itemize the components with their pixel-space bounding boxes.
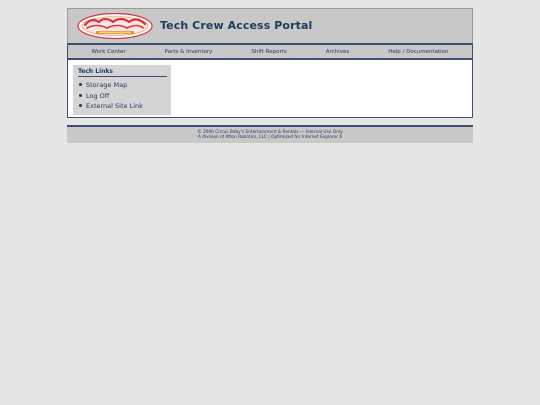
- main-content: Tech Links Storage Map Log Off External …: [67, 60, 473, 118]
- bullet-icon: [79, 93, 82, 97]
- portal-title: Tech Crew Access Portal: [160, 19, 313, 32]
- sidebar: Tech Links Storage Map Log Off External …: [73, 65, 171, 115]
- nav-parts-inventory[interactable]: Parts & Inventory: [165, 49, 213, 55]
- nav-help-documentation[interactable]: Help / Documentation: [388, 49, 448, 55]
- sidebar-links: Storage Map Log Off External Site Link: [78, 80, 143, 112]
- circus-baby-logo[interactable]: [77, 13, 153, 40]
- sidebar-item-label[interactable]: Log Off: [86, 92, 109, 100]
- bullet-icon: [79, 104, 82, 107]
- sidebar-item-log-off[interactable]: Log Off: [78, 91, 143, 102]
- portal-page: Tech Crew Access Portal Work Center Part…: [67, 8, 473, 143]
- nav-shift-reports[interactable]: Shift Reports: [251, 49, 286, 55]
- header: Tech Crew Access Portal: [67, 8, 473, 43]
- nav-bar: Work Center Parts & Inventory Shift Repo…: [67, 43, 473, 60]
- nav-archives[interactable]: Archives: [326, 49, 349, 55]
- sidebar-item-label[interactable]: Storage Map: [86, 81, 127, 89]
- bullet-icon: [79, 83, 82, 86]
- sidebar-item-external-site-link[interactable]: External Site Link: [78, 101, 143, 112]
- sidebar-item-label[interactable]: External Site Link: [86, 102, 143, 110]
- footer: © 2006 Circus Baby's Entertainment & Ren…: [67, 125, 473, 143]
- sidebar-item-storage-map[interactable]: Storage Map: [78, 80, 143, 91]
- nav-work-center[interactable]: Work Center: [91, 49, 125, 55]
- footer-division: A division of Afton Robotics, LLC | Opti…: [197, 135, 343, 140]
- sidebar-title: Tech Links: [78, 68, 167, 77]
